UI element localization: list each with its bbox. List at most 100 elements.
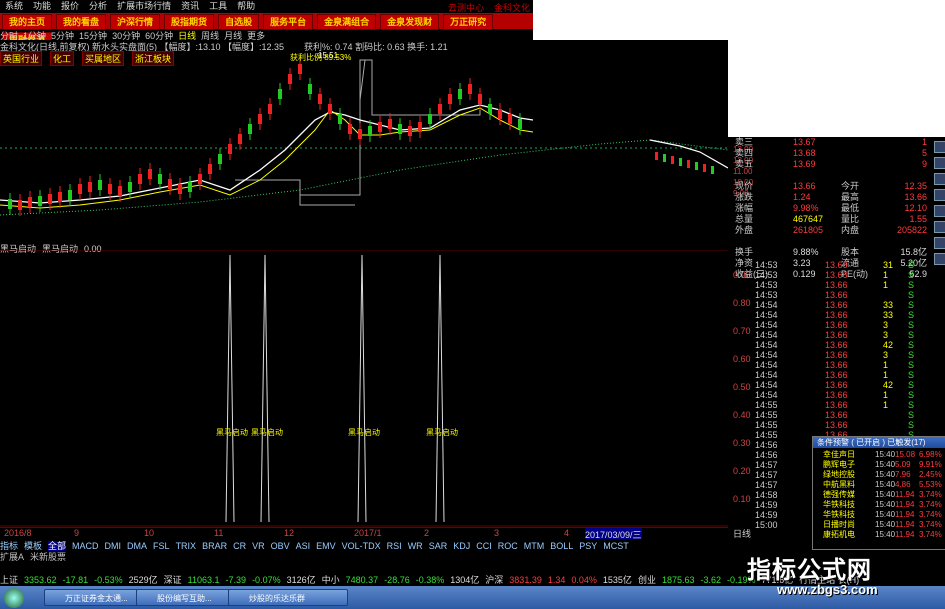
quote-value: 13.66: [793, 181, 816, 191]
nav-tab[interactable]: 我的主页: [2, 14, 53, 30]
alert-time: 15:40: [875, 480, 896, 489]
quote-value-2: 1.55: [909, 214, 927, 224]
nav-tab[interactable]: 金泉发现财: [380, 14, 440, 30]
alert-row[interactable]: 鹏辉电子 15:40 5.09 9.91%: [813, 460, 945, 469]
alert-row[interactable]: 绿地控股 15:40 7.96 2.45%: [813, 470, 945, 479]
menu-item[interactable]: 分析: [84, 0, 112, 13]
tick-time: 14:53: [755, 260, 778, 270]
menu-item[interactable]: 资讯: [176, 0, 204, 13]
nav-tab[interactable]: 我的看盘: [56, 14, 107, 30]
indicator-tabs: 指标 模板 全部 MACD DMI DMA FSL TRIX BRAR CR VR OBV ASI EMV…: [0, 539, 728, 551]
tool-icon[interactable]: [934, 237, 945, 249]
alert-popup-title: 条件预警 ( 已开启 ) 已触发(17): [813, 437, 945, 448]
alert-stock: 日播时尚: [823, 520, 855, 529]
menu-item[interactable]: 功能: [28, 0, 56, 13]
alert-row[interactable]: 华铁科技 15:40 11.94 3.74%: [813, 500, 945, 509]
alert-price: 11.94: [895, 510, 915, 519]
alert-price: 5.09: [895, 460, 911, 469]
sector-tag[interactable]: 英国行业: [0, 51, 43, 66]
quote-label-2: 最高: [841, 192, 860, 202]
status-item: 创业: [637, 575, 656, 585]
menu-item[interactable]: 工具: [204, 0, 232, 13]
start-button[interactable]: [4, 588, 24, 608]
sheet-tab[interactable]: 扩展A: [0, 552, 24, 562]
tick-side: S: [908, 340, 915, 350]
nav-tab[interactable]: 万正研究: [443, 14, 494, 30]
quote-label-2: 最低: [841, 203, 860, 213]
status-item: 沪深: [485, 575, 504, 585]
tool-icon[interactable]: [934, 253, 945, 265]
nav-tab[interactable]: 金泉满组合: [317, 14, 377, 30]
alert-change: 6.98%: [919, 450, 942, 459]
tick-time: 14:57: [755, 460, 778, 470]
tick-time: 14:55: [755, 430, 778, 440]
alert-row[interactable]: 幸佳声日 15:40 15.08 6.98%: [813, 450, 945, 459]
alert-popup[interactable]: 条件预警 ( 已开启 ) 已触发(17) 幸佳声日 15:40 15.08 6.98%…: [812, 436, 945, 550]
quote-row: 卖四 13.68 5: [733, 148, 945, 159]
tool-icon[interactable]: [934, 221, 945, 233]
menu-item[interactable]: 报价: [56, 0, 84, 13]
alert-row[interactable]: 德强传媒 15:40 11.94 3.74%: [813, 490, 945, 499]
alert-row[interactable]: 康拓机电 15:40 11.94 3.74%: [813, 530, 945, 539]
tick-row: 14:53 13.66 1 S: [733, 280, 933, 290]
tick-row: 14:54 13.66 1 S: [733, 360, 933, 370]
nav-tab[interactable]: 服务平台: [263, 14, 314, 30]
alert-row[interactable]: 中航黑料 15:40 4.86 5.53%: [813, 480, 945, 489]
alert-price: 11.94: [895, 520, 915, 529]
tick-time: 14:59: [755, 510, 778, 520]
tool-icon[interactable]: [934, 205, 945, 217]
quote-label: 现价: [735, 181, 754, 191]
status-item: -0.07%: [252, 575, 281, 585]
tick-side: S: [908, 360, 915, 370]
tick-side: S: [908, 270, 915, 280]
tool-icon[interactable]: [934, 141, 945, 153]
alert-time: 15:40: [875, 510, 896, 519]
menu-item[interactable]: 系统: [0, 0, 28, 13]
tick-time: 14:59: [755, 500, 778, 510]
top-link[interactable]: 云测中心: [448, 3, 484, 13]
tick-price: 13.66: [825, 290, 848, 300]
tick-row: 14:54 13.66 3 S: [733, 350, 933, 360]
sector-tag[interactable]: 买属地区: [82, 51, 125, 66]
nav-tab[interactable]: 自选股: [218, 14, 260, 30]
quote-value: 9.98%: [793, 203, 819, 213]
signal-label: 黑马启动: [251, 427, 283, 437]
alert-time: 15:40: [875, 460, 896, 469]
sheet-tab[interactable]: 米新股票: [30, 552, 66, 562]
date-tick: 2: [424, 528, 430, 538]
alert-row[interactable]: 华铁科技 15:40 11.94 3.74%: [813, 510, 945, 519]
candle: [671, 156, 674, 164]
alert-stock: 华铁科技: [823, 500, 855, 509]
quote-label-2: 内盘: [841, 225, 860, 235]
tick-time: 14:55: [755, 410, 778, 420]
alert-price: 11.94: [895, 490, 915, 499]
tick-time: 14:57: [755, 480, 778, 490]
period-bar: 分时 1分钟 5分钟 15分钟 30分钟 60分钟 日线 周线 月线 更多: [0, 29, 533, 41]
nav-tab[interactable]: 沪深行情: [110, 14, 161, 30]
tool-icon[interactable]: [934, 173, 945, 185]
tick-row: 14:54 13.66 42 S: [733, 340, 933, 350]
tick-side: S: [908, 410, 915, 420]
signal-label: 黑马启动: [348, 427, 380, 437]
alert-price: 11.94: [895, 530, 915, 539]
menu-item[interactable]: 扩展市场行情: [112, 0, 176, 13]
alert-row[interactable]: 日播时尚 15:40 11.94 3.74%: [813, 520, 945, 529]
nav-tab[interactable]: 股指期货: [164, 14, 215, 30]
date-tick: 10: [144, 528, 155, 538]
quote-value: 467647: [793, 214, 824, 224]
tick-time: 14:54: [755, 360, 778, 370]
status-item: -0.53%: [94, 575, 123, 585]
alert-change: 2.45%: [919, 470, 942, 479]
top-link[interactable]: 金科文化: [494, 3, 530, 13]
tick-price: 13.66: [825, 380, 848, 390]
tool-icon[interactable]: [934, 157, 945, 169]
tick-side: S: [908, 320, 915, 330]
sector-tag[interactable]: 浙江板块: [132, 51, 175, 66]
taskbar-item[interactable]: 炒股的乐达乐群: [228, 589, 348, 606]
date-tick: 4: [564, 528, 570, 538]
status-item: -28.76: [384, 575, 410, 585]
tool-icon[interactable]: [934, 189, 945, 201]
menu-item[interactable]: 帮助: [232, 0, 260, 13]
quote-label: 涨跌: [735, 192, 754, 202]
sector-tag[interactable]: 化工: [50, 51, 75, 66]
